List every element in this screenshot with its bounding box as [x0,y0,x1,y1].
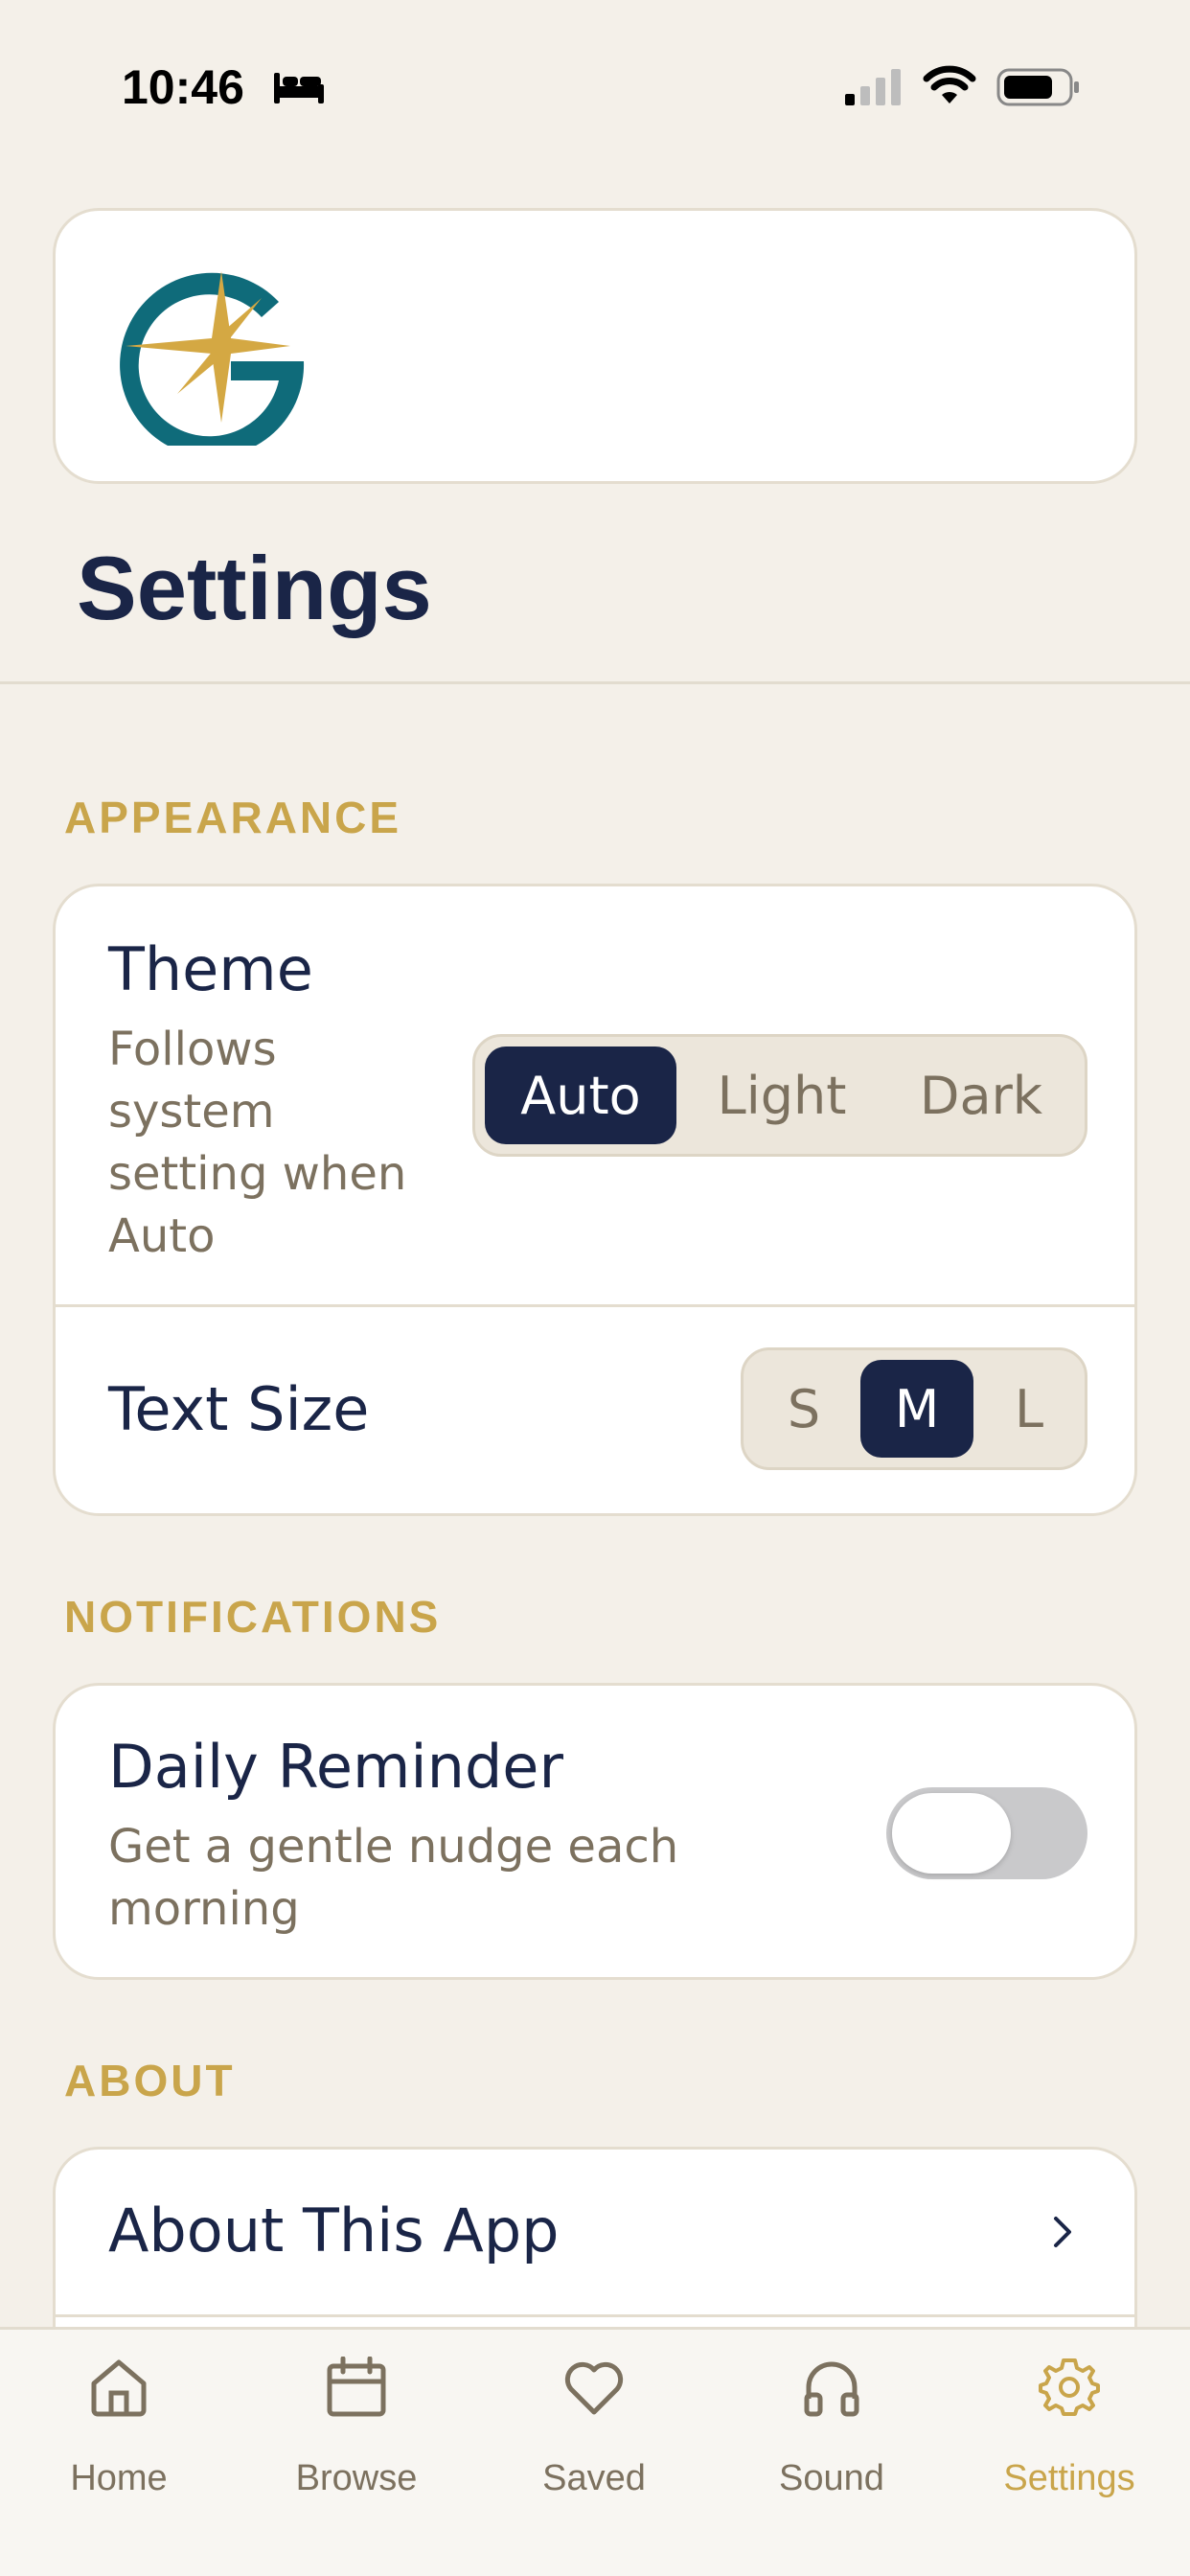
headphones-icon [804,2361,859,2417]
text-size-option-s[interactable]: S [751,1360,857,1458]
cellular-signal-icon [845,69,901,105]
section-header-appearance: APPEARANCE [64,793,402,842]
compass-star-logo [120,271,305,446]
text-size-option-l[interactable]: L [977,1360,1081,1458]
tab-saved[interactable]: Saved [475,2330,713,2541]
notifications-card: Daily Reminder Get a gentle nudge each m… [53,1683,1137,1980]
theme-option-auto[interactable]: Auto [485,1046,676,1144]
section-header-about: ABOUT [64,2056,236,2105]
theme-option-light[interactable]: Light [686,1046,878,1144]
theme-option-dark[interactable]: Dark [885,1046,1077,1144]
battery-icon [996,68,1079,106]
calendar-icon [327,2357,386,2417]
tab-bar: Home Browse Saved Sound Settings [0,2327,1190,2576]
tab-browse-label: Browse [295,2458,418,2498]
toggle-knob [892,1793,1011,1874]
theme-segmented-control: Auto Light Dark [472,1034,1087,1157]
gear-icon [1039,2358,1100,2416]
theme-subtitle-line: setting when [108,1147,407,1201]
home-icon [91,2359,147,2417]
tab-sound[interactable]: Sound [713,2330,950,2541]
theme-subtitle-line: Auto [108,1209,216,1263]
text-size-row: Text Size S M L [56,1307,1134,1513]
status-time: 10:46 [122,60,244,114]
row-divider [56,2314,1134,2317]
header-divider [0,681,1190,684]
theme-row: Theme Follows system setting when Auto A… [56,886,1134,1304]
theme-subtitle-line: system [108,1085,275,1138]
theme-subtitle: Follows system setting when Auto [108,1019,406,1268]
appearance-card: Theme Follows system setting when Auto A… [53,884,1137,1516]
daily-reminder-subtitle-line: Get a gentle nudge each [108,1820,679,1874]
daily-reminder-toggle[interactable] [886,1787,1087,1879]
page-title: Settings [77,538,432,638]
tab-sound-label: Sound [779,2458,884,2498]
daily-reminder-subtitle: Get a gentle nudge each morning [108,1816,678,1941]
tab-settings[interactable]: Settings [950,2330,1188,2541]
logo-card [53,208,1137,484]
about-app-title: About This App [108,2196,560,2266]
theme-subtitle-line: Follows [108,1023,277,1076]
bed-icon [274,73,324,104]
text-size-title: Text Size [108,1374,370,1444]
section-header-notifications: NOTIFICATIONS [64,1592,442,1642]
daily-reminder-title: Daily Reminder [108,1732,563,1802]
text-size-option-m[interactable]: M [860,1360,973,1458]
tab-home-label: Home [70,2458,168,2498]
theme-title: Theme [108,934,313,1004]
daily-reminder-subtitle-line: morning [108,1882,300,1936]
chevron-right-icon [1054,2217,1071,2247]
daily-reminder-row: Daily Reminder Get a gentle nudge each m… [56,1686,1134,1977]
text-size-segmented-control: S M L [741,1347,1087,1470]
tab-home[interactable]: Home [0,2330,238,2541]
tab-browse[interactable]: Browse [238,2330,475,2541]
tab-saved-label: Saved [542,2458,646,2498]
wifi-icon [923,65,976,104]
tab-settings-label: Settings [1003,2458,1135,2498]
about-app-row[interactable]: About This App [56,2150,1134,2314]
heart-icon [564,2361,624,2415]
status-bar: 10:46 [0,0,1190,163]
